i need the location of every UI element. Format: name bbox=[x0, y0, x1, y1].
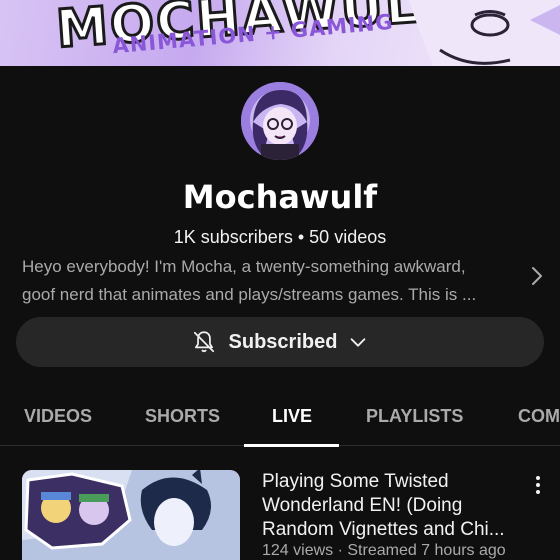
chevron-right-icon[interactable] bbox=[528, 264, 546, 288]
tab-playlists[interactable]: PLAYLISTS bbox=[366, 406, 463, 427]
description-line: goof nerd that animates and plays/stream… bbox=[22, 285, 477, 304]
stats-separator: • bbox=[297, 227, 305, 247]
more-options-icon[interactable] bbox=[531, 474, 545, 496]
bell-off-icon bbox=[193, 331, 214, 353]
subscribed-label: Subscribed bbox=[228, 330, 338, 353]
channel-description[interactable]: Heyo everybody! I'm Mocha, a twenty-some… bbox=[22, 253, 518, 309]
channel-name: Mochawulf bbox=[182, 178, 378, 216]
banner-character-art bbox=[409, 0, 560, 66]
tab-videos[interactable]: VIDEOS bbox=[24, 406, 92, 427]
video-meta: 124 views · Streamed 7 hours ago bbox=[262, 542, 506, 559]
tab-community[interactable]: COM bbox=[518, 406, 560, 427]
active-tab-indicator bbox=[244, 444, 339, 447]
chevron-down-icon bbox=[351, 338, 366, 347]
thumbnail-art bbox=[22, 470, 240, 560]
channel-tabs: VIDEOS SHORTS LIVE PLAYLISTS COM bbox=[0, 388, 560, 447]
video-title-line: Playing Some Twisted bbox=[262, 471, 449, 492]
description-line: Heyo everybody! I'm Mocha, a twenty-some… bbox=[22, 257, 466, 276]
video-title[interactable]: Playing Some Twisted Wonderland EN! (Doi… bbox=[262, 470, 532, 542]
video-thumbnail[interactable] bbox=[22, 470, 240, 560]
subscriber-count: 1K subscribers bbox=[173, 227, 293, 247]
channel-banner: MOCHAWULF ANIMATION + GAMING bbox=[0, 0, 560, 66]
video-count: 50 videos bbox=[309, 227, 387, 247]
subscribed-button[interactable]: Subscribed bbox=[16, 317, 544, 367]
avatar-illustration bbox=[241, 82, 319, 160]
channel-avatar[interactable] bbox=[241, 82, 319, 160]
list-item[interactable]: Playing Some Twisted Wonderland EN! (Doi… bbox=[0, 470, 560, 560]
video-title-line: Random Vignettes and Chi... bbox=[262, 519, 505, 540]
channel-stats: 1K subscribers • 50 videos bbox=[0, 227, 560, 248]
tab-live[interactable]: LIVE bbox=[272, 406, 312, 427]
video-title-line: Wonderland EN! (Doing bbox=[262, 495, 463, 516]
tab-shorts[interactable]: SHORTS bbox=[145, 406, 220, 427]
